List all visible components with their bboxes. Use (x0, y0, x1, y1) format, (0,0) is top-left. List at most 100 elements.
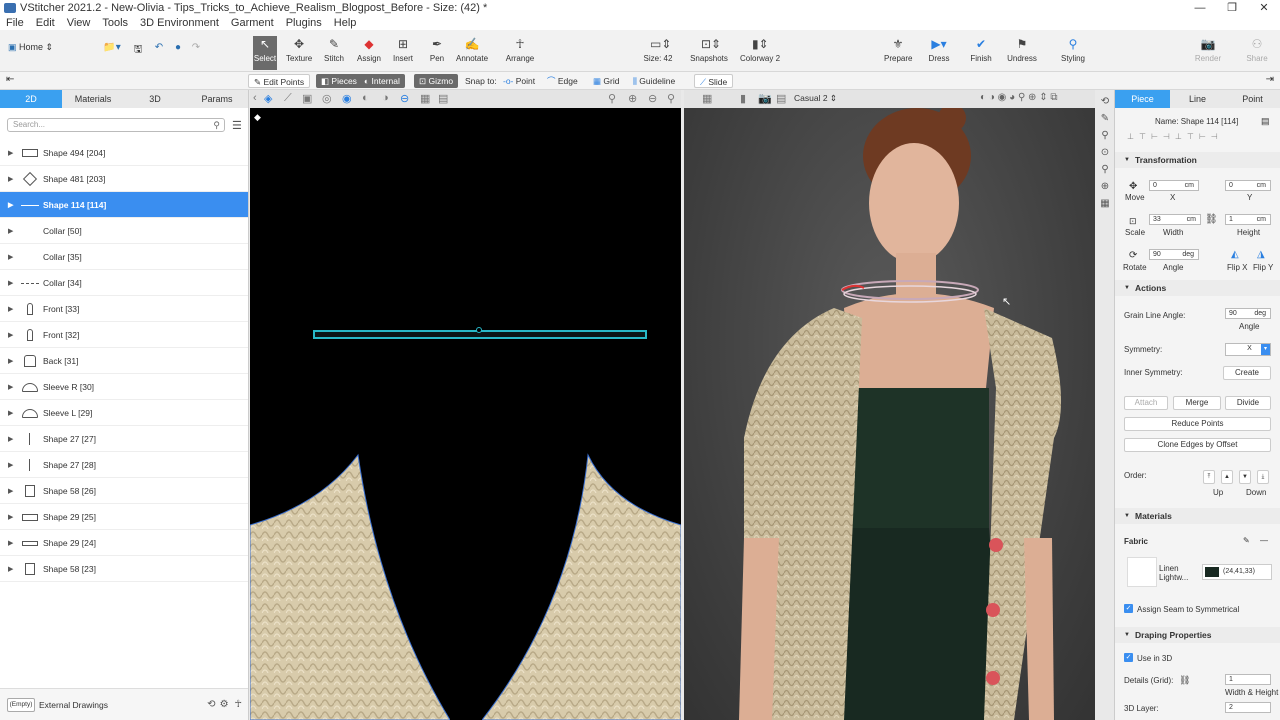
chevron-down-icon[interactable]: ▾ (1261, 344, 1270, 355)
order-top-icon[interactable]: ⤒ (1203, 470, 1215, 484)
front-piece-right[interactable] (482, 445, 681, 720)
draping-section[interactable]: Draping Properties (1115, 627, 1280, 643)
shape-icon[interactable]: ◎ (322, 92, 332, 105)
tree-item[interactable]: ▶ Shape 58 [26] (0, 478, 248, 504)
tab-point[interactable]: Point (1225, 90, 1280, 108)
globe-icon[interactable]: ◉ (342, 92, 352, 105)
menu-help[interactable]: Help (328, 16, 363, 30)
tab-2d[interactable]: 2D (0, 90, 62, 108)
chain-link-icon[interactable]: ⛓ (1205, 214, 1218, 225)
menu-plugins[interactable]: Plugins (280, 16, 328, 30)
edit-name-icon[interactable]: ▤ (1261, 116, 1270, 127)
pieces-toggle[interactable]: ◧ Pieces (316, 74, 362, 88)
2d-view[interactable]: ‹ ◈ ⟋ ▣ ◎ ◉ ◐ ◑ ⊖ ▦ ▤ ⚲ ⊕ ⊖ ⚲ ◆ (250, 90, 681, 720)
size-button[interactable]: ▭⇕ Size: 42 (642, 36, 674, 70)
search-input[interactable]: Search... ⚲ (7, 118, 225, 132)
prev-icon[interactable]: ‹ (253, 92, 257, 104)
tree-item-selected[interactable]: ▶ Shape 114 [114] (0, 192, 248, 218)
table-icon[interactable]: ▤ (776, 92, 786, 105)
redo-icon[interactable]: ↷ (190, 42, 202, 76)
dress-button[interactable]: ▶▾ Dress (926, 36, 952, 70)
order-down-icon[interactable]: ▼ (1239, 470, 1251, 484)
grid-3d-icon[interactable]: ▦ (702, 92, 712, 105)
list-menu-icon[interactable]: ☰ (232, 119, 242, 132)
expand-arrow-icon[interactable]: ▶ (8, 357, 17, 365)
empty-thumbnail[interactable]: (Empty) (7, 697, 35, 712)
remove-fabric-icon[interactable]: — (1260, 536, 1268, 545)
prepare-button[interactable]: ⚜ Prepare (884, 36, 912, 70)
brush-icon[interactable]: ✎ (1096, 113, 1114, 124)
snap-grid-toggle[interactable]: ▦ Grid (588, 74, 624, 88)
link-icon[interactable]: ⛓ (1179, 675, 1190, 686)
assign-seam-checkbox[interactable]: ✓ (1124, 604, 1133, 613)
tab-3d[interactable]: 3D (124, 90, 186, 108)
zoom-fit-icon[interactable]: ⚲ (608, 92, 616, 105)
expand-arrow-icon[interactable]: ▶ (8, 539, 17, 547)
undress-button[interactable]: ⚑ Undress (1006, 36, 1038, 70)
pin-red-icon[interactable]: ⊙ (1096, 147, 1114, 158)
details-input[interactable]: 1 (1225, 674, 1271, 685)
front-piece-left[interactable] (250, 445, 450, 720)
tree-item[interactable]: ▶ Sleeve R [30] (0, 374, 248, 400)
fabric-color-field[interactable]: (24,41,33) (1202, 564, 1272, 580)
layout-tools-icon[interactable]: ▦ (1096, 198, 1114, 209)
search-icon[interactable]: ⚲ (213, 119, 220, 131)
fabric-thumbnail[interactable] (1127, 557, 1157, 587)
assign-button[interactable]: ◆ Assign (356, 36, 382, 70)
texture-button[interactable]: ✥ Texture (286, 36, 312, 70)
edit-points-button[interactable]: ✎ Edit Points (248, 74, 311, 88)
create-button[interactable]: Create (1223, 366, 1271, 380)
edit-fabric-icon[interactable]: ✎ (1243, 536, 1250, 545)
tree-item[interactable]: ▶ Front [32] (0, 322, 248, 348)
tab-piece[interactable]: Piece (1115, 90, 1170, 108)
slide-button[interactable]: ⟋ Slide (694, 74, 734, 88)
use-in-3d-checkbox[interactable]: ✓ (1124, 653, 1133, 662)
align-icons[interactable]: ⊥⊤⊢⊣⊥⊤⊢⊣ (1127, 132, 1223, 141)
snap-guideline-toggle[interactable]: ⫼ Guideline (628, 74, 680, 88)
open-folder-icon[interactable]: 📁▾ (98, 42, 126, 76)
finish-button[interactable]: ✔ Finish (968, 36, 994, 70)
gear-icon[interactable]: ⚙ (220, 699, 229, 710)
select-button[interactable]: ↖ Select (253, 36, 277, 70)
gizmo-handle-icon[interactable] (476, 327, 482, 333)
tree-item[interactable]: ▶ Collar [50] (0, 218, 248, 244)
tree-item[interactable]: ▶ Shape 29 [24] (0, 530, 248, 556)
height-input[interactable]: 1 cm (1225, 214, 1271, 225)
snap-point-toggle[interactable]: -o- Point (498, 74, 540, 88)
camera-select[interactable]: Casual 2 ⇕ (794, 93, 837, 104)
tree-item[interactable]: ▶ Front [33] (0, 296, 248, 322)
menu-edit[interactable]: Edit (30, 16, 61, 30)
expand-arrow-icon[interactable]: ▶ (8, 461, 17, 469)
home-button[interactable]: ▣ Home ⇕ (8, 42, 60, 76)
refresh-icon[interactable]: ⟲ (207, 699, 215, 710)
view-icons[interactable]: ◐ ◑ ◉ ◕ ⚲ ⊕ ⇕ ⧉ (980, 92, 1058, 103)
blocks-icon[interactable]: ▤ (438, 92, 448, 105)
actions-section[interactable]: Actions (1115, 280, 1280, 296)
layout-icon[interactable]: ▣ (302, 92, 312, 105)
render-button[interactable]: 📷 Render (1194, 36, 1222, 70)
expand-arrow-icon[interactable]: ▶ (8, 201, 17, 209)
gizmo-toggle[interactable]: ⊡ Gizmo (414, 74, 459, 88)
pin-icon[interactable]: ⟲ (1096, 96, 1114, 107)
tab-line[interactable]: Line (1170, 90, 1225, 108)
internal-toggle[interactable]: ◐ Internal (359, 74, 405, 88)
menu-file[interactable]: File (0, 16, 30, 30)
pipe-icon[interactable]: ▮ (740, 92, 746, 105)
close-icon[interactable]: ✕ (1248, 0, 1280, 16)
flip-y-icon[interactable]: ◮ (1257, 249, 1265, 260)
tree-item[interactable]: ▶ Sleeve L [29] (0, 400, 248, 426)
history-icon[interactable]: ● (172, 42, 184, 76)
camera-3d-icon[interactable]: 📷 (758, 92, 772, 105)
tree-item[interactable]: ▶ Shape 58 [23] (0, 556, 248, 582)
tab-params[interactable]: Params (186, 90, 248, 108)
save-icon[interactable]: 🖫 (132, 42, 144, 76)
expand-arrow-icon[interactable]: ▶ (8, 253, 17, 261)
tree-item[interactable]: ▶ Shape 481 [203] (0, 166, 248, 192)
ruler-icon[interactable]: ⟋ (284, 92, 292, 105)
expand-arrow-icon[interactable]: ▶ (8, 513, 17, 521)
half-icon[interactable]: ◐ (362, 92, 369, 104)
tree-item[interactable]: ▶ Shape 27 [28] (0, 452, 248, 478)
3d-view[interactable]: ▦ ▮ 📷 ▤ Casual 2 ⇕ ◐ ◑ ◉ ◕ ⚲ ⊕ ⇕ ⧉ ↖ (684, 90, 1095, 720)
merge-button[interactable]: Merge (1173, 396, 1221, 410)
tree-item[interactable]: ▶ Collar [34] (0, 270, 248, 296)
